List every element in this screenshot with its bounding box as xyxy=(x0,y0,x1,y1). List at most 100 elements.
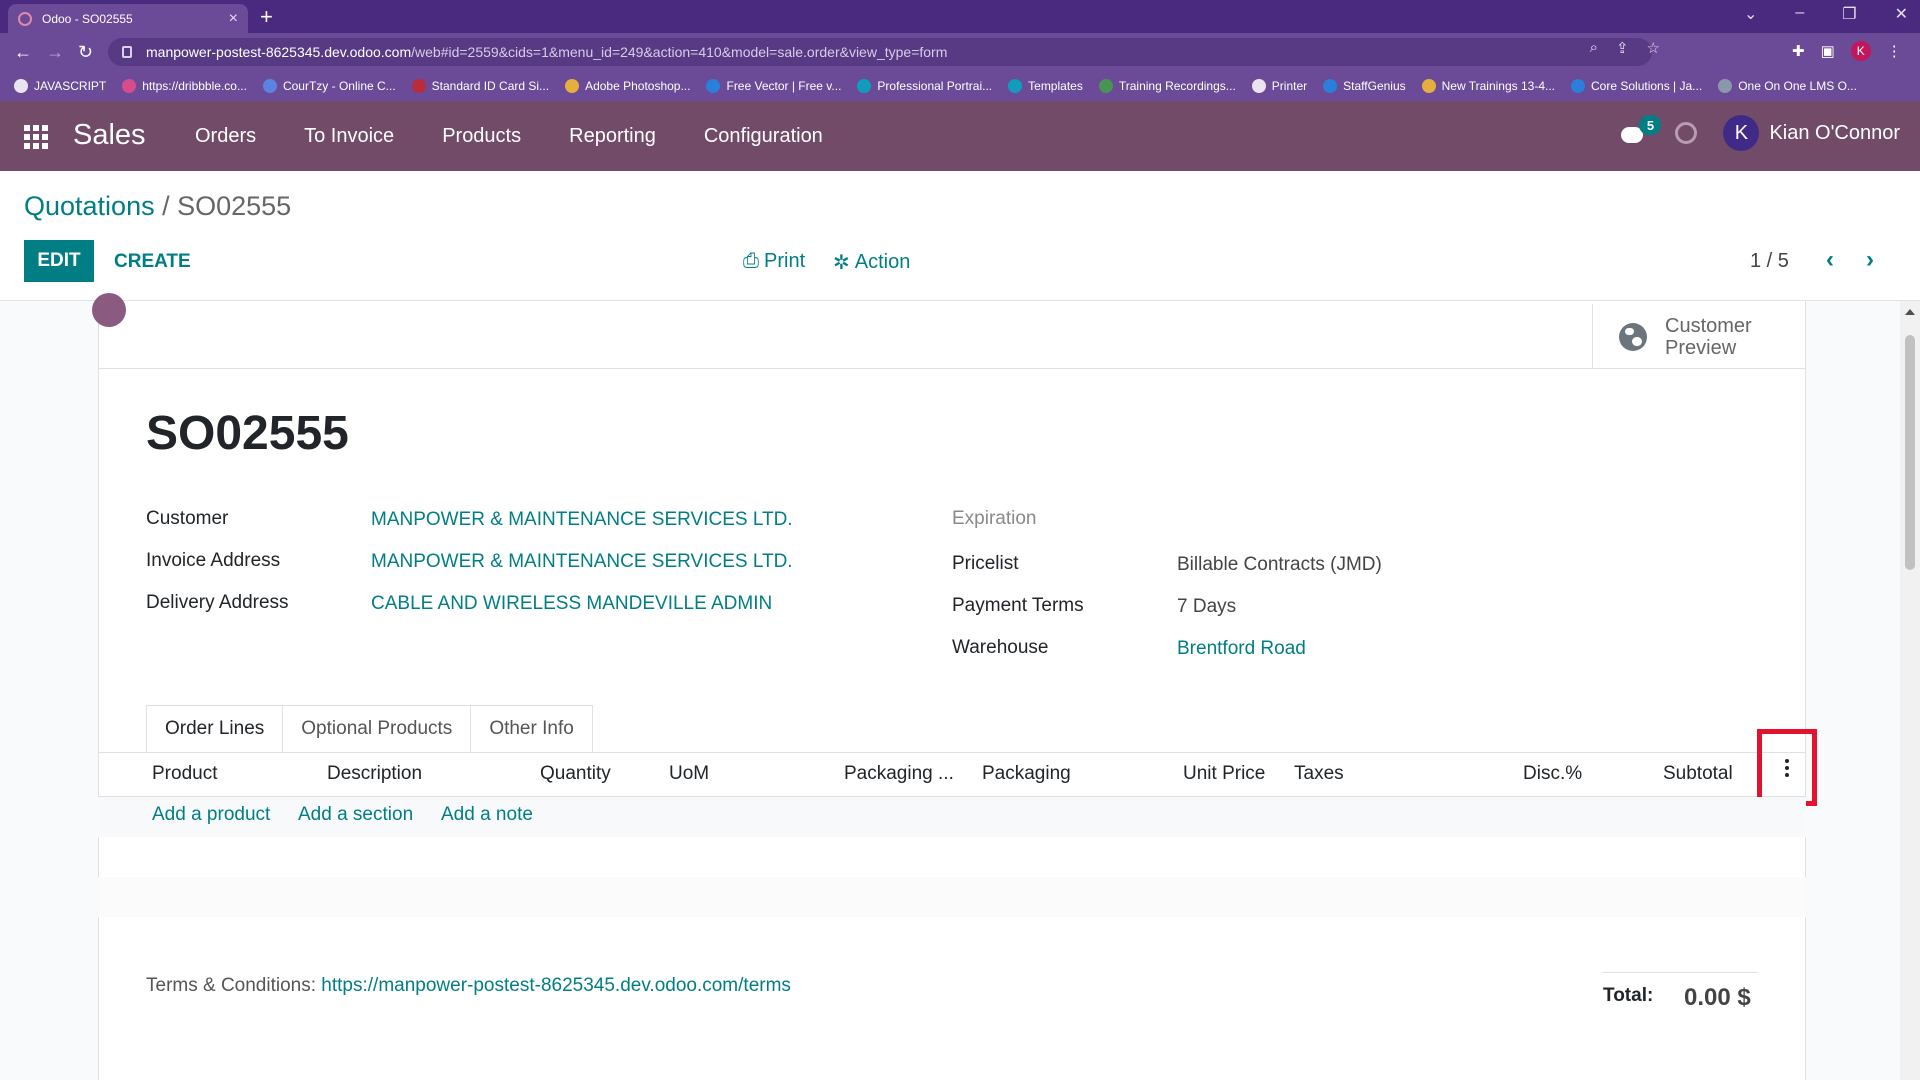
bookmark-item[interactable]: Adobe Photoshop... xyxy=(565,79,690,93)
bookmark-item[interactable]: Professional Portrai... xyxy=(857,79,992,93)
delivery-address-value[interactable]: CABLE AND WIRELESS MANDEVILLE ADMIN xyxy=(371,593,772,615)
breadcrumb-current: SO02555 xyxy=(177,191,292,221)
share-icon[interactable]: ⇪ xyxy=(1616,39,1629,57)
terms-link[interactable]: https://manpower-postest-8625345.dev.odo… xyxy=(321,975,791,996)
messages-icon[interactable]: 5 xyxy=(1621,115,1662,145)
column-packaging[interactable]: Packaging xyxy=(982,763,1071,785)
bookmark-icon xyxy=(411,79,426,93)
url-input[interactable]: manpower-postest-8625345.dev.odoo.com/we… xyxy=(108,38,1652,66)
pricelist-value[interactable]: Billable Contracts (JMD) xyxy=(1177,554,1382,576)
menu-reporting[interactable]: Reporting xyxy=(569,125,656,148)
restore-icon[interactable]: ❐ xyxy=(1842,4,1856,24)
bookmark-icon xyxy=(565,79,580,93)
minimize-icon[interactable]: – xyxy=(1795,4,1804,24)
menu-orders[interactable]: Orders xyxy=(195,125,256,148)
side-panel-icon[interactable]: ▣ xyxy=(1821,42,1835,60)
bookmark-icon xyxy=(857,79,872,93)
bookmark-item[interactable]: New Trainings 13-4... xyxy=(1421,79,1555,93)
scroll-thumb[interactable] xyxy=(1905,335,1915,570)
new-tab-button[interactable]: + xyxy=(260,4,273,30)
app-brand[interactable]: Sales xyxy=(73,119,146,152)
column-uom[interactable]: UoM xyxy=(669,763,709,785)
pager-previous-icon[interactable]: ‹ xyxy=(1826,246,1834,274)
forward-icon[interactable]: → xyxy=(46,42,64,63)
column-description[interactable]: Description xyxy=(327,763,422,785)
page-scrollbar[interactable] xyxy=(1900,301,1920,1080)
scroll-up-arrow-icon[interactable] xyxy=(1905,309,1915,315)
reload-icon[interactable]: ↻ xyxy=(78,42,93,63)
bookmark-item[interactable]: Core Solutions | Ja... xyxy=(1571,79,1702,93)
menu-to-invoice[interactable]: To Invoice xyxy=(304,125,394,148)
action-button[interactable]: ✲ Action xyxy=(833,250,910,275)
tab-other-info[interactable]: Other Info xyxy=(471,705,593,753)
close-window-icon[interactable]: ✕ xyxy=(1895,4,1908,24)
create-button[interactable]: CREATE xyxy=(114,251,191,273)
bookmark-icon xyxy=(706,79,721,93)
bookmark-star-icon[interactable]: ☆ xyxy=(1647,39,1660,57)
omnibox-actions: ⌕ ⇪ ☆ xyxy=(1590,39,1660,57)
browser-tab[interactable]: Odoo - SO02555 × xyxy=(8,4,248,33)
payment-terms-value[interactable]: 7 Days xyxy=(1177,596,1236,618)
add-section-link[interactable]: Add a section xyxy=(298,804,413,826)
column-product[interactable]: Product xyxy=(152,763,217,785)
tab-search-icon[interactable]: ⌄ xyxy=(1744,4,1757,24)
bookmark-item[interactable]: Standard ID Card Si... xyxy=(411,79,549,93)
column-quantity[interactable]: Quantity xyxy=(540,763,611,785)
preview-label-line2: Preview xyxy=(1665,336,1737,359)
bookmark-item[interactable]: One On One LMS O... xyxy=(1718,79,1857,93)
bookmark-item[interactable]: https://dribbble.co... xyxy=(122,79,247,93)
bookmark-icon xyxy=(1098,79,1113,93)
customer-label: Customer xyxy=(146,508,229,529)
menu-configuration[interactable]: Configuration xyxy=(704,125,823,148)
column-subtotal[interactable]: Subtotal xyxy=(1663,763,1733,785)
profile-avatar[interactable]: K xyxy=(1850,41,1871,61)
user-avatar: K xyxy=(1723,115,1760,151)
order-lines-header: Product Description Quantity UoM Packagi… xyxy=(98,753,1806,797)
action-label: Action xyxy=(854,251,911,273)
customer-preview-button[interactable]: Customer Preview xyxy=(1592,304,1806,369)
bookmark-item[interactable]: Templates xyxy=(1008,79,1083,93)
invoice-address-value[interactable]: MANPOWER & MAINTENANCE SERVICES LTD. xyxy=(371,551,793,573)
bookmark-item[interactable]: Training Recordings... xyxy=(1098,79,1236,93)
pager-value[interactable]: 1 / 5 xyxy=(1750,250,1789,273)
add-product-link[interactable]: Add a product xyxy=(152,804,270,826)
menu-products[interactable]: Products xyxy=(442,125,521,148)
bookmark-item[interactable]: Printer xyxy=(1251,79,1307,93)
tab-optional-products[interactable]: Optional Products xyxy=(283,705,472,753)
user-menu[interactable]: K Kian O'Connor xyxy=(1723,115,1900,151)
bookmark-item[interactable]: CourTzy - Online C... xyxy=(262,79,396,93)
tab-order-lines[interactable]: Order Lines xyxy=(146,705,284,753)
close-tab-icon[interactable]: × xyxy=(229,10,238,28)
activities-clock-icon[interactable] xyxy=(1675,122,1698,144)
pager-next-icon[interactable]: › xyxy=(1866,246,1874,274)
column-taxes[interactable]: Taxes xyxy=(1294,763,1344,785)
chrome-menu-icon[interactable]: ⋮ xyxy=(1887,42,1902,60)
extensions-icon[interactable]: ✚ xyxy=(1792,42,1805,60)
edit-button[interactable]: EDIT xyxy=(24,240,94,282)
form-sheet xyxy=(98,301,1806,1080)
preview-label-line1: Customer xyxy=(1665,314,1752,337)
bookmark-icon xyxy=(1718,79,1733,93)
print-button[interactable]: ⎙ Print xyxy=(743,250,805,273)
gear-icon: ✲ xyxy=(833,252,850,274)
bookmark-item[interactable]: JAVASCRIPT xyxy=(14,79,106,93)
notebook-tabs: Order Lines Optional Products Other Info xyxy=(146,705,593,753)
bookmark-icon xyxy=(1421,79,1436,93)
column-packaging-qty[interactable]: Packaging ... xyxy=(844,763,954,785)
back-icon[interactable]: ← xyxy=(14,42,32,63)
bookmark-item[interactable]: StaffGenius xyxy=(1323,79,1406,93)
optional-columns-toggle[interactable] xyxy=(1757,729,1817,806)
bookmark-item[interactable]: Free Vector | Free v... xyxy=(706,79,841,93)
breadcrumb-quotations[interactable]: Quotations xyxy=(24,191,155,221)
bookmark-icon xyxy=(1323,79,1338,93)
warehouse-value[interactable]: Brentford Road xyxy=(1177,638,1306,660)
customer-value[interactable]: MANPOWER & MAINTENANCE SERVICES LTD. xyxy=(371,509,793,531)
empty-line-row xyxy=(98,877,1806,917)
column-unit-price[interactable]: Unit Price xyxy=(1183,763,1265,785)
zoom-icon[interactable]: ⌕ xyxy=(1590,39,1598,57)
column-discount[interactable]: Disc.% xyxy=(1523,763,1582,785)
terms-label: Terms & Conditions: xyxy=(146,975,322,996)
apps-menu-icon[interactable] xyxy=(24,125,48,149)
add-note-link[interactable]: Add a note xyxy=(441,804,533,826)
bookmark-icon xyxy=(122,79,137,93)
